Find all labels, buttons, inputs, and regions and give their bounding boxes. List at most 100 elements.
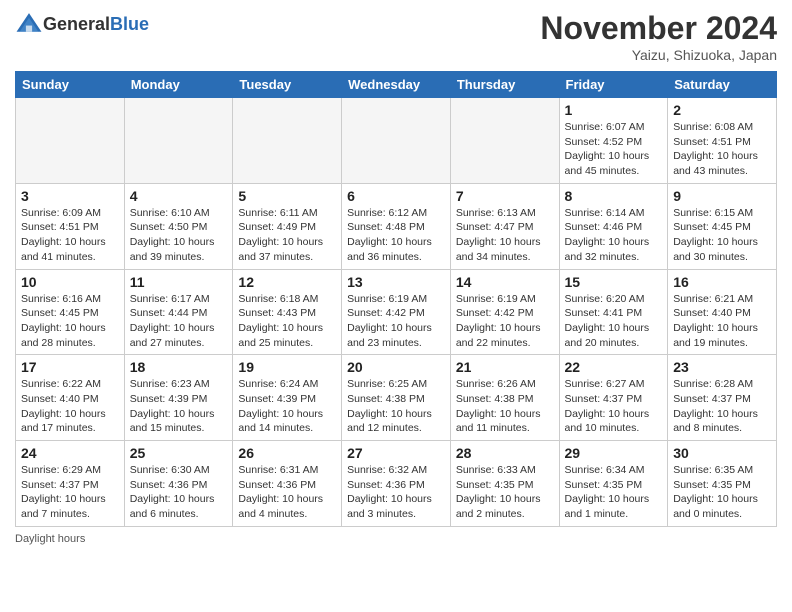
- table-row: 21 Sunrise: 6:26 AM Sunset: 4:38 PM Dayli…: [450, 355, 559, 441]
- table-row: 11 Sunrise: 6:17 AM Sunset: 4:44 PM Dayli…: [124, 269, 233, 355]
- day-info: Sunrise: 6:20 AM Sunset: 4:41 PM Dayligh…: [565, 292, 663, 351]
- day-info: Sunrise: 6:30 AM Sunset: 4:36 PM Dayligh…: [130, 463, 228, 522]
- logo-icon: [15, 10, 43, 38]
- table-row: 7Sunrise: 6:13 AM Sunset: 4:47 PM Daylig…: [450, 183, 559, 269]
- day-number: 23: [673, 359, 771, 375]
- day-info: Sunrise: 6:27 AM Sunset: 4:37 PM Dayligh…: [565, 377, 663, 436]
- th-wednesday: Wednesday: [342, 72, 451, 98]
- table-row: 3 Sunrise: 6:09 AM Sunset: 4:51 PM Daylig…: [16, 183, 125, 269]
- day-number: 10: [21, 274, 119, 290]
- day-number: 5: [238, 188, 336, 204]
- th-friday: Friday: [559, 72, 668, 98]
- day-info: Sunrise: 6:28 AM Sunset: 4:37 PM Dayligh…: [673, 377, 771, 436]
- day-info: Sunrise: 6:29 AM Sunset: 4:37 PM Dayligh…: [21, 463, 119, 522]
- day-number: 11: [130, 274, 228, 290]
- logo: GeneralBlue: [15, 10, 149, 38]
- logo-blue: Blue: [110, 14, 149, 34]
- table-row: 27 Sunrise: 6:32 AM Sunset: 4:36 PM Dayli…: [342, 441, 451, 527]
- day-info: Sunrise: 6:19 AM Sunset: 4:42 PM Dayligh…: [347, 292, 445, 351]
- day-info: Sunrise: 6:11 AM Sunset: 4:49 PM Dayligh…: [238, 206, 336, 265]
- location: Yaizu, Shizuoka, Japan: [540, 47, 777, 63]
- table-row: 19 Sunrise: 6:24 AM Sunset: 4:39 PM Dayli…: [233, 355, 342, 441]
- day-info: Sunrise: 6:25 AM Sunset: 4:38 PM Dayligh…: [347, 377, 445, 436]
- calendar-table: Sunday Monday Tuesday Wednesday Thursday…: [15, 71, 777, 527]
- day-info: Sunrise: 6:35 AM Sunset: 4:35 PM Dayligh…: [673, 463, 771, 522]
- day-number: 25: [130, 445, 228, 461]
- table-row: 22Sunrise: 6:27 AM Sunset: 4:37 PM Dayli…: [559, 355, 668, 441]
- day-number: 18: [130, 359, 228, 375]
- day-number: 30: [673, 445, 771, 461]
- day-info: Sunrise: 6:14 AM Sunset: 4:46 PM Dayligh…: [565, 206, 663, 265]
- day-info: Sunrise: 6:26 AM Sunset: 4:38 PM Dayligh…: [456, 377, 554, 436]
- day-number: 1: [565, 102, 663, 118]
- th-monday: Monday: [124, 72, 233, 98]
- table-row: 1 Sunrise: 6:07 AM Sunset: 4:52 PM Daylig…: [559, 98, 668, 184]
- day-number: 19: [238, 359, 336, 375]
- footer-note: Daylight hours: [15, 533, 777, 545]
- day-number: 29: [565, 445, 663, 461]
- day-number: 7: [456, 188, 554, 204]
- table-row: 13 Sunrise: 6:19 AM Sunset: 4:42 PM Dayli…: [342, 269, 451, 355]
- logo-general: General: [43, 14, 110, 34]
- page: GeneralBlue November 2024 Yaizu, Shizuok…: [0, 0, 792, 612]
- day-info: Sunrise: 6:16 AM Sunset: 4:45 PM Dayligh…: [21, 292, 119, 351]
- table-row: 8 Sunrise: 6:14 AM Sunset: 4:46 PM Daylig…: [559, 183, 668, 269]
- day-info: Sunrise: 6:23 AM Sunset: 4:39 PM Dayligh…: [130, 377, 228, 436]
- calendar-week-row: 24 Sunrise: 6:29 AM Sunset: 4:37 PM Dayli…: [16, 441, 777, 527]
- table-row: 2Sunrise: 6:08 AM Sunset: 4:51 PM Daylig…: [668, 98, 777, 184]
- day-number: 28: [456, 445, 554, 461]
- day-number: 3: [21, 188, 119, 204]
- day-info: Sunrise: 6:09 AM Sunset: 4:51 PM Dayligh…: [21, 206, 119, 265]
- day-info: Sunrise: 6:34 AM Sunset: 4:35 PM Dayligh…: [565, 463, 663, 522]
- day-info: Sunrise: 6:12 AM Sunset: 4:48 PM Dayligh…: [347, 206, 445, 265]
- table-row: [342, 98, 451, 184]
- table-row: 14Sunrise: 6:19 AM Sunset: 4:42 PM Dayli…: [450, 269, 559, 355]
- day-number: 24: [21, 445, 119, 461]
- day-info: Sunrise: 6:24 AM Sunset: 4:39 PM Dayligh…: [238, 377, 336, 436]
- day-number: 27: [347, 445, 445, 461]
- th-tuesday: Tuesday: [233, 72, 342, 98]
- day-info: Sunrise: 6:32 AM Sunset: 4:36 PM Dayligh…: [347, 463, 445, 522]
- weekday-header-row: Sunday Monday Tuesday Wednesday Thursday…: [16, 72, 777, 98]
- day-info: Sunrise: 6:33 AM Sunset: 4:35 PM Dayligh…: [456, 463, 554, 522]
- table-row: 25 Sunrise: 6:30 AM Sunset: 4:36 PM Dayli…: [124, 441, 233, 527]
- day-number: 8: [565, 188, 663, 204]
- table-row: 30 Sunrise: 6:35 AM Sunset: 4:35 PM Dayli…: [668, 441, 777, 527]
- day-number: 26: [238, 445, 336, 461]
- table-row: 17Sunrise: 6:22 AM Sunset: 4:40 PM Dayli…: [16, 355, 125, 441]
- table-row: 28 Sunrise: 6:33 AM Sunset: 4:35 PM Dayli…: [450, 441, 559, 527]
- day-number: 21: [456, 359, 554, 375]
- calendar-week-row: 17Sunrise: 6:22 AM Sunset: 4:40 PM Dayli…: [16, 355, 777, 441]
- table-row: 29 Sunrise: 6:34 AM Sunset: 4:35 PM Dayli…: [559, 441, 668, 527]
- table-row: 24 Sunrise: 6:29 AM Sunset: 4:37 PM Dayli…: [16, 441, 125, 527]
- table-row: [450, 98, 559, 184]
- day-info: Sunrise: 6:17 AM Sunset: 4:44 PM Dayligh…: [130, 292, 228, 351]
- day-info: Sunrise: 6:07 AM Sunset: 4:52 PM Dayligh…: [565, 120, 663, 179]
- table-row: [233, 98, 342, 184]
- title-area: November 2024 Yaizu, Shizuoka, Japan: [540, 10, 777, 63]
- day-number: 12: [238, 274, 336, 290]
- day-number: 6: [347, 188, 445, 204]
- month-title: November 2024: [540, 10, 777, 47]
- table-row: 26Sunrise: 6:31 AM Sunset: 4:36 PM Dayli…: [233, 441, 342, 527]
- calendar-week-row: 1 Sunrise: 6:07 AM Sunset: 4:52 PM Daylig…: [16, 98, 777, 184]
- th-saturday: Saturday: [668, 72, 777, 98]
- table-row: 6 Sunrise: 6:12 AM Sunset: 4:48 PM Daylig…: [342, 183, 451, 269]
- table-row: 9Sunrise: 6:15 AM Sunset: 4:45 PM Daylig…: [668, 183, 777, 269]
- day-number: 13: [347, 274, 445, 290]
- table-row: 16Sunrise: 6:21 AM Sunset: 4:40 PM Dayli…: [668, 269, 777, 355]
- day-info: Sunrise: 6:22 AM Sunset: 4:40 PM Dayligh…: [21, 377, 119, 436]
- table-row: 23 Sunrise: 6:28 AM Sunset: 4:37 PM Dayli…: [668, 355, 777, 441]
- day-number: 15: [565, 274, 663, 290]
- day-number: 14: [456, 274, 554, 290]
- day-number: 16: [673, 274, 771, 290]
- day-number: 4: [130, 188, 228, 204]
- daylight-hours-label: Daylight hours: [15, 533, 85, 545]
- day-info: Sunrise: 6:18 AM Sunset: 4:43 PM Dayligh…: [238, 292, 336, 351]
- table-row: 18 Sunrise: 6:23 AM Sunset: 4:39 PM Dayli…: [124, 355, 233, 441]
- table-row: 15 Sunrise: 6:20 AM Sunset: 4:41 PM Dayli…: [559, 269, 668, 355]
- th-sunday: Sunday: [16, 72, 125, 98]
- header: GeneralBlue November 2024 Yaizu, Shizuok…: [15, 10, 777, 63]
- table-row: 12 Sunrise: 6:18 AM Sunset: 4:43 PM Dayli…: [233, 269, 342, 355]
- day-info: Sunrise: 6:10 AM Sunset: 4:50 PM Dayligh…: [130, 206, 228, 265]
